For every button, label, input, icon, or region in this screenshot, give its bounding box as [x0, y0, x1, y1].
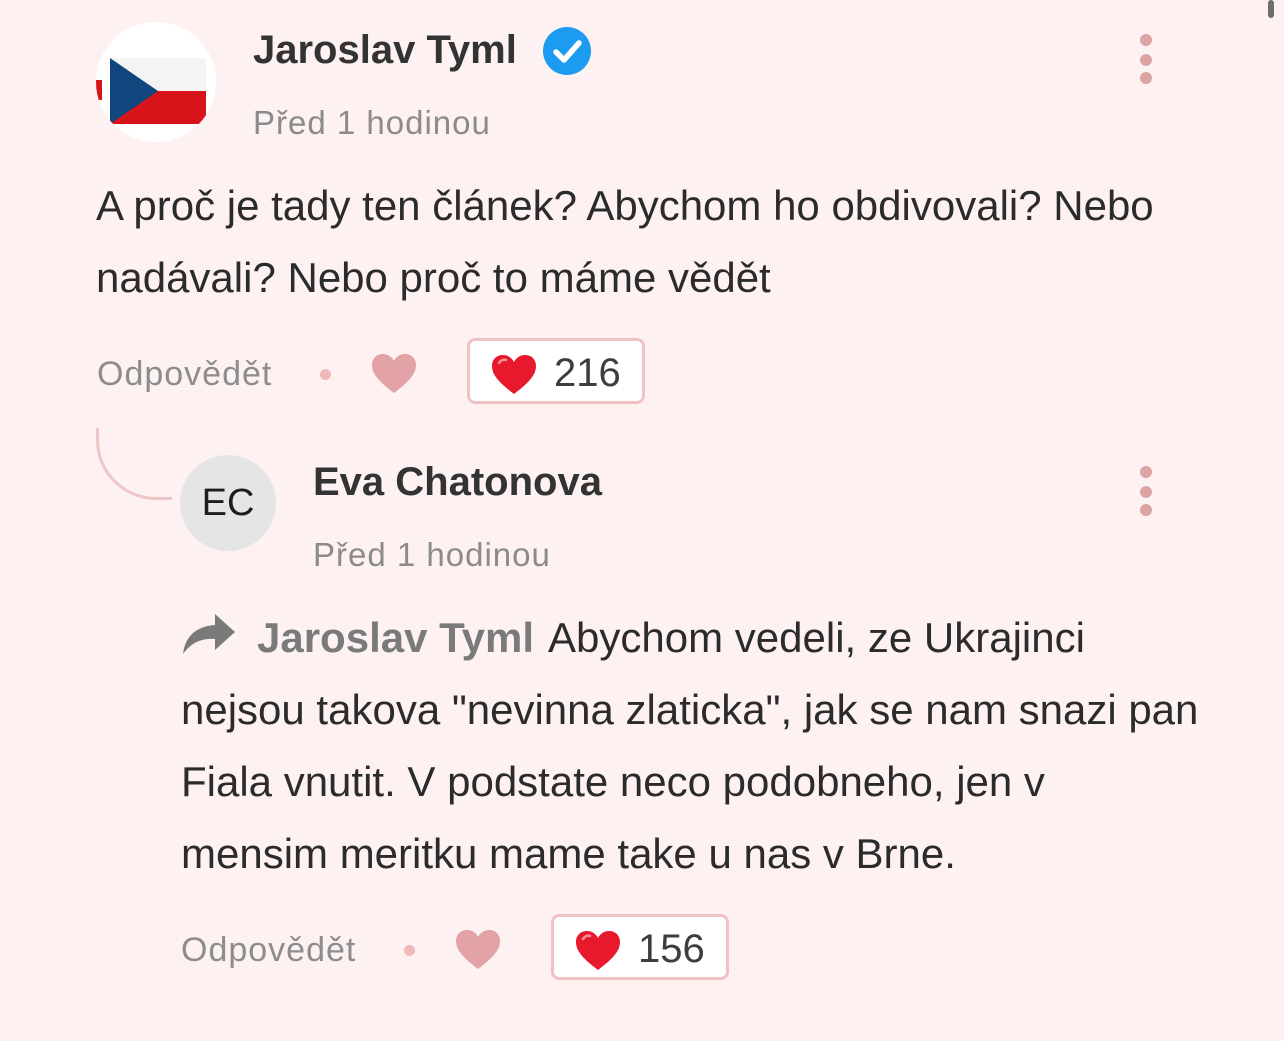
reply-button[interactable]: Odpovědět [97, 355, 272, 394]
comment-text: A proč je tady ten článek? Abychom ho ob… [96, 182, 1154, 301]
reply-text-block: Jaroslav Tyml Abychom vedeli, ze Ukrajinc… [181, 602, 1201, 890]
like-count-button[interactable]: 216 [467, 338, 645, 404]
comment-author[interactable]: Jaroslav Tyml [253, 28, 517, 73]
comment-time: Před 1 hodinou [253, 104, 491, 141]
more-options-icon[interactable] [1134, 466, 1158, 526]
reply-arrow-icon [183, 614, 235, 654]
like-count: 216 [554, 351, 621, 395]
heart-filled-icon [492, 355, 536, 394]
heart-outline-icon[interactable] [455, 929, 501, 976]
heart-outline-icon[interactable] [371, 353, 417, 400]
verified-badge-icon [542, 26, 592, 76]
reply-mention[interactable]: Jaroslav Tyml [257, 614, 534, 661]
scrollbar[interactable] [1268, 0, 1274, 18]
avatar[interactable] [96, 22, 216, 142]
separator-dot [320, 369, 331, 380]
heart-filled-icon [576, 931, 620, 970]
comment-time: Před 1 hodinou [313, 536, 551, 573]
thread-connector [96, 428, 172, 500]
czech-flag-icon [96, 58, 206, 124]
separator-dot [404, 945, 415, 956]
like-count-button[interactable]: 156 [551, 914, 729, 980]
avatar[interactable]: EC [180, 455, 276, 551]
more-options-icon[interactable] [1134, 34, 1158, 94]
comment-author[interactable]: Eva Chatonova [313, 460, 602, 505]
like-count: 156 [638, 927, 705, 971]
reply-button[interactable]: Odpovědět [181, 931, 356, 970]
